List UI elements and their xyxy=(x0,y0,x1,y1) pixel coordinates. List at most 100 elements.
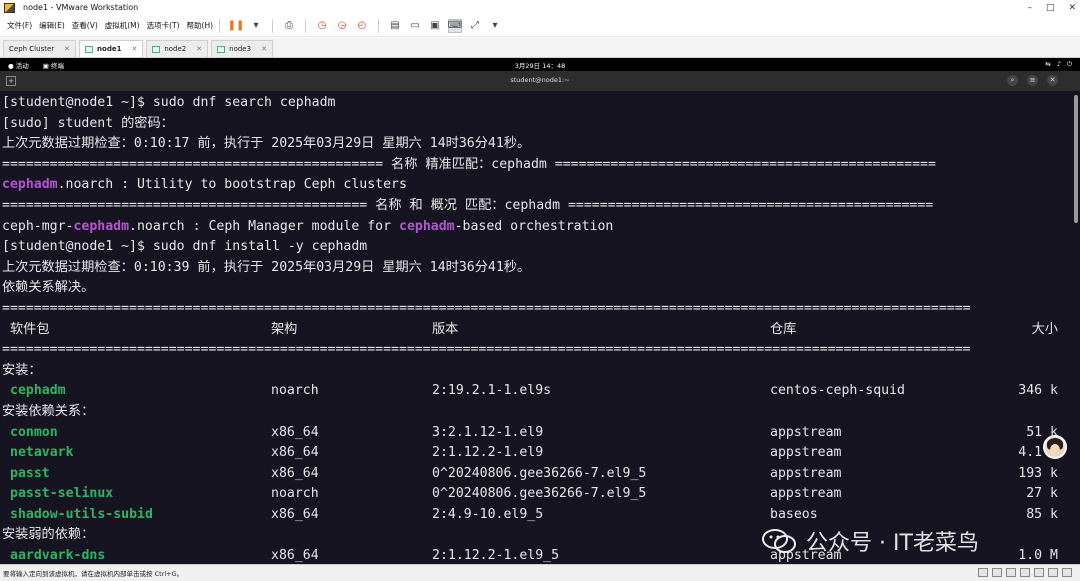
package-name: shadow-utils-subid xyxy=(10,506,153,522)
package-size: 85 k xyxy=(1026,506,1058,522)
package-name: cephadm xyxy=(10,383,66,399)
snapshot-manager-icon[interactable]: ◴ xyxy=(355,19,369,33)
minimize-button[interactable]: – xyxy=(1027,3,1032,13)
menu-edit[interactable]: 编辑(E) xyxy=(39,20,65,31)
tab-node1[interactable]: node1 ✕ xyxy=(79,40,144,57)
usb-icon[interactable] xyxy=(1020,568,1030,577)
toolbar-separator xyxy=(272,18,274,33)
terminal-line: ceph-mgr-cephadm.noarch : Ceph Manager m… xyxy=(2,217,1072,238)
search-match-highlight: cephadm xyxy=(2,177,58,193)
message-icon[interactable] xyxy=(1062,568,1072,577)
package-name: aardvark-dns xyxy=(10,548,106,564)
terminal-title: student@node1:~ xyxy=(510,76,570,84)
vmware-app-icon xyxy=(4,2,15,13)
close-button[interactable]: ✕ xyxy=(1068,3,1076,13)
display-icon[interactable] xyxy=(1048,568,1058,577)
tab-node2[interactable]: node2 ✕ xyxy=(146,40,209,57)
terminal-scrollbar[interactable] xyxy=(1074,95,1078,223)
tab-node3[interactable]: node3 ✕ xyxy=(211,40,273,57)
wechat-logo-icon xyxy=(760,528,798,554)
package-version: 2:1.12.2-1.el9 xyxy=(432,445,544,461)
status-message: 要将输入定向到该虚拟机，请在虚拟机内部单击或按 Ctrl+G。 xyxy=(3,570,184,578)
menu-tabs[interactable]: 选项卡(T) xyxy=(147,20,180,31)
terminal-line: cephadm.noarch : Utility to bootstrap Ce… xyxy=(2,175,1072,196)
terminal-line: [sudo] student 的密码： xyxy=(2,114,1072,135)
package-name: netavark xyxy=(10,445,74,461)
watermark: 公众号 · IT老菜鸟 xyxy=(760,525,979,557)
vm-tab-bar: Ceph Cluster ✕ node1 ✕ node2 ✕ node3 ✕ xyxy=(0,38,1080,58)
package-version: 2:4.9-10.el9_5 xyxy=(432,506,544,522)
terminal-output[interactable]: [student@node1 ~]$ sudo dnf search cepha… xyxy=(0,91,1080,564)
package-size: 27 k xyxy=(1026,486,1058,502)
package-version: 0^20240806.gee36266-7.el9_5 xyxy=(432,465,647,481)
table-row: netavark x86_64 2:1.12.2-1.el9 appstream 4.1… xyxy=(2,443,1072,464)
terminal-line: ========================================… xyxy=(2,299,1072,320)
tab-ceph-cluster[interactable]: Ceph Cluster ✕ xyxy=(3,40,77,57)
transaction-group-title: 安装： xyxy=(2,362,42,378)
pause-icon[interactable]: ❚❚ xyxy=(228,19,245,33)
menu-view[interactable]: 查看(V) xyxy=(72,20,98,31)
vm-icon xyxy=(217,45,226,53)
package-size: 1.0 M xyxy=(1018,548,1058,564)
sound-icon[interactable] xyxy=(1034,568,1044,577)
terminal-line: [student@node1 ~]$ sudo dnf search cepha… xyxy=(2,93,1072,114)
gnome-clock[interactable]: 3月29日 14：48 xyxy=(0,60,1080,70)
package-repo: baseos xyxy=(770,506,818,522)
cd-rom-icon[interactable] xyxy=(992,568,1002,577)
quick-switch-icon[interactable]: ▭ xyxy=(408,19,422,33)
column-header: 软件包 xyxy=(10,321,50,337)
window-title: node1 - VMware Workstation xyxy=(23,3,139,12)
package-arch: x86_64 xyxy=(271,424,319,440)
power-dropdown-icon[interactable]: ▾ xyxy=(249,19,263,33)
avatar-face xyxy=(1050,444,1060,456)
table-row: shadow-utils-subid x86_64 2:4.9-10.el9_5 ba… xyxy=(2,505,1072,526)
tab-label: Ceph Cluster xyxy=(9,45,55,53)
library-icon[interactable]: ▤ xyxy=(388,19,402,33)
view-dropdown-icon[interactable]: ▾ xyxy=(488,19,502,33)
terminal-text: 依赖关系解决。 xyxy=(2,280,95,296)
column-header: 仓库 xyxy=(770,321,797,337)
close-icon[interactable]: ✕ xyxy=(131,45,137,53)
table-row: passt-selinux noarch 0^20240806.gee36266-7… xyxy=(2,484,1072,505)
console-view-icon[interactable]: ⌨ xyxy=(448,18,462,33)
package-arch: noarch xyxy=(271,486,319,502)
maximize-button[interactable]: □ xyxy=(1046,3,1055,13)
revert-snapshot-icon[interactable]: ◶ xyxy=(335,19,349,33)
package-repo: appstream xyxy=(770,445,842,461)
terminal-line: ========================================… xyxy=(2,196,1072,217)
network-adapter-icon[interactable] xyxy=(1006,568,1016,577)
close-icon[interactable]: ✕ xyxy=(196,45,202,53)
search-icon[interactable]: ⌕ xyxy=(1007,75,1018,86)
package-version: 0^20240806.gee36266-7.el9_5 xyxy=(432,486,647,502)
power-icon: ⏻ xyxy=(1066,60,1072,68)
transaction-table-header: 软件包 架构 版本 仓库 大小 xyxy=(2,320,1072,341)
full-screen-icon[interactable]: ⤢ xyxy=(468,19,482,33)
menu-file[interactable]: 文件(F) xyxy=(7,20,32,31)
terminal-text: ========================================… xyxy=(2,300,971,316)
terminal-close-icon[interactable]: ✕ xyxy=(1047,75,1058,86)
terminal-line: 上次元数据过期检查：0:10:17 前，执行于 2025年03月29日 星期六 … xyxy=(2,134,1072,155)
package-size: 193 k xyxy=(1018,465,1058,481)
hamburger-menu-icon[interactable]: ≡ xyxy=(1027,75,1038,86)
terminal-window-controls: ⌕ ≡ ✕ xyxy=(1007,75,1058,86)
send-ctrl-alt-del-icon[interactable]: ⎙ xyxy=(282,19,296,33)
package-arch: x86_64 xyxy=(271,465,319,481)
unity-icon[interactable]: ▣ xyxy=(428,19,442,33)
package-size: 346 k xyxy=(1018,383,1058,399)
search-match-highlight: cephadm xyxy=(73,218,130,234)
menu-help[interactable]: 帮助(H) xyxy=(187,20,214,31)
package-repo: appstream xyxy=(770,486,842,502)
terminal-text: ========================================… xyxy=(2,156,936,172)
table-separator: ========================================… xyxy=(2,342,971,358)
close-icon[interactable]: ✕ xyxy=(261,45,267,53)
toolbar-separator xyxy=(378,18,380,33)
snapshot-icon[interactable]: ◷ xyxy=(315,19,329,33)
close-icon[interactable]: ✕ xyxy=(64,45,70,53)
hard-disk-icon[interactable] xyxy=(978,568,988,577)
terminal-text: [student@node1 ~]$ sudo dnf search cepha… xyxy=(2,95,336,110)
package-arch: x86_64 xyxy=(271,548,319,564)
table-row: cephadm noarch 2:19.2.1-1.el9s centos-ceph-… xyxy=(2,381,1072,402)
terminal-text: 上次元数据过期检查：0:10:39 前，执行于 2025年03月29日 星期六 … xyxy=(2,259,531,275)
system-status-area[interactable]: ⇆ ♪ ⏻ xyxy=(1045,60,1072,69)
menu-vm[interactable]: 虚拟机(M) xyxy=(105,20,140,31)
